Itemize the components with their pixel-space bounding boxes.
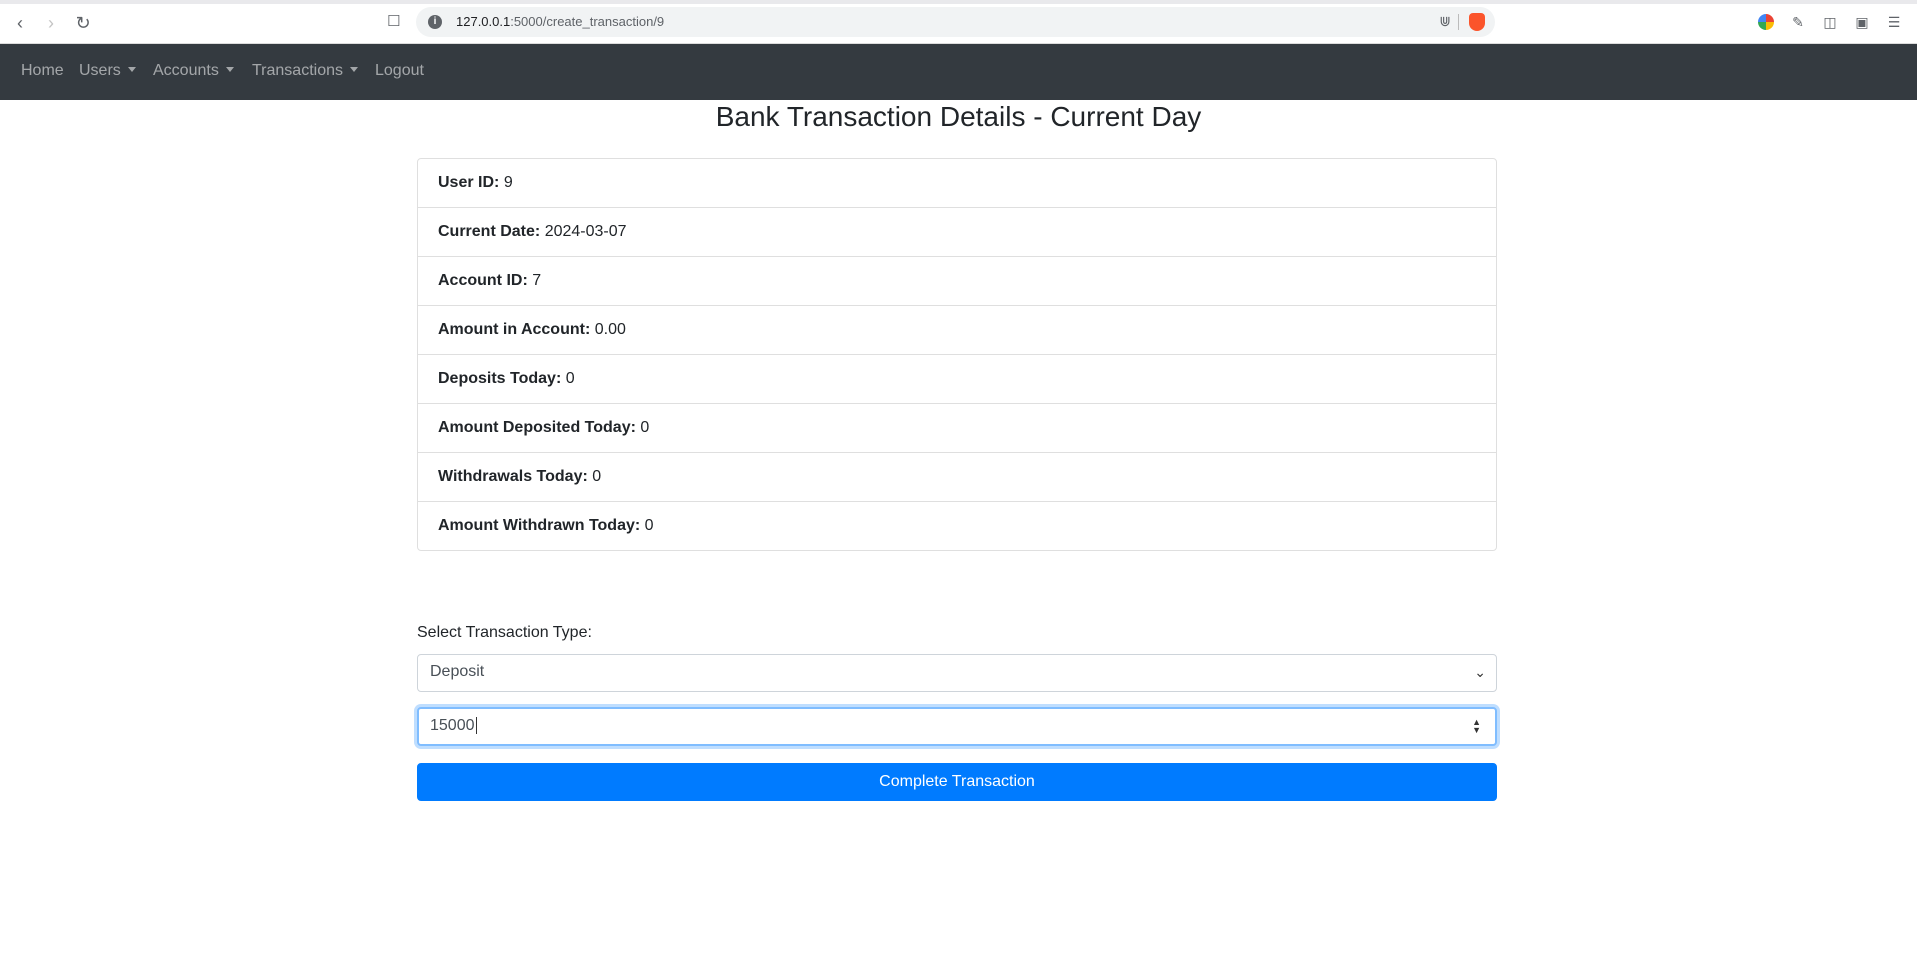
detail-label: Amount Deposited Today:	[438, 419, 636, 436]
extensions-puzzle-icon[interactable]: ✎	[1790, 14, 1806, 30]
text-cursor	[475, 717, 477, 734]
detail-deposits-today: Deposits Today: 0	[418, 355, 1496, 404]
app-navbar: Home Users Accounts Transactions Logout	[0, 44, 1917, 100]
url-text[interactable]: 127.0.0.1:5000/create_transaction/9	[456, 14, 664, 29]
nav-accounts-dropdown[interactable]: Accounts	[153, 62, 234, 80]
site-info-icon[interactable]: i	[428, 15, 442, 29]
transaction-details-list: User ID: 9 Current Date: 2024-03-07 Acco…	[417, 158, 1497, 551]
detail-withdrawals-today: Withdrawals Today: 0	[418, 453, 1496, 502]
sidebar-icon[interactable]: ◫	[1822, 14, 1838, 30]
detail-amount-in-account: Amount in Account: 0.00	[418, 306, 1496, 355]
detail-label: Current Date:	[438, 223, 541, 240]
color-extension-icon[interactable]	[1758, 14, 1774, 30]
number-spinner-icon[interactable]: ▲ ▼	[1472, 718, 1481, 735]
nav-users-label: Users	[79, 62, 121, 79]
transaction-type-selected: Deposit	[430, 663, 485, 680]
detail-label: User ID:	[438, 174, 500, 191]
detail-label: Amount in Account:	[438, 321, 591, 338]
address-bar[interactable]: i 127.0.0.1:5000/create_transaction/9 ⋓	[416, 7, 1495, 37]
nav-transactions-label: Transactions	[252, 62, 343, 79]
caret-down-icon	[350, 67, 358, 72]
bookmark-icon[interactable]: ☐	[387, 12, 403, 30]
detail-label: Account ID:	[438, 272, 528, 289]
detail-value: 0	[640, 419, 650, 436]
detail-value: 2024-03-07	[544, 223, 627, 240]
chevron-down-icon: ⌄	[1474, 664, 1486, 680]
caret-down-icon	[127, 67, 136, 72]
reload-icon[interactable]: ↻	[72, 12, 94, 34]
forward-icon[interactable]: ›	[40, 12, 62, 34]
browser-toolbar: ‹ › ↻ ☐ i 127.0.0.1:5000/create_transact…	[0, 0, 1917, 44]
amount-input[interactable]: 15000 ▲ ▼	[417, 707, 1497, 746]
wallet-icon[interactable]: ▣	[1854, 14, 1870, 30]
brave-shields-icon[interactable]	[1469, 13, 1485, 31]
url-host: 127.0.0.1	[456, 14, 511, 29]
detail-current-date: Current Date: 2024-03-07	[418, 208, 1496, 257]
detail-value: 0	[644, 517, 654, 534]
nav-transactions-dropdown[interactable]: Transactions	[252, 62, 358, 80]
nav-logout[interactable]: Logout	[375, 62, 424, 80]
browser-top-strip	[0, 0, 1917, 4]
share-icon[interactable]: ⋓	[1439, 13, 1451, 30]
complete-transaction-button[interactable]: Complete Transaction	[417, 763, 1497, 801]
url-separator	[1458, 14, 1459, 30]
menu-icon[interactable]: ☰	[1886, 14, 1902, 30]
nav-users-dropdown[interactable]: Users	[79, 62, 136, 80]
url-path: :5000/create_transaction/9	[510, 14, 665, 29]
detail-amount-deposited-today: Amount Deposited Today: 0	[418, 404, 1496, 453]
detail-value: 0	[565, 370, 575, 387]
detail-amount-withdrawn-today: Amount Withdrawn Today: 0	[418, 502, 1496, 550]
nav-home-label: Home	[21, 62, 64, 79]
detail-account-id: Account ID: 7	[418, 257, 1496, 306]
back-icon[interactable]: ‹	[9, 12, 31, 34]
nav-accounts-label: Accounts	[153, 62, 219, 79]
detail-label: Deposits Today:	[438, 370, 562, 387]
detail-label: Withdrawals Today:	[438, 468, 588, 485]
nav-logout-label: Logout	[375, 62, 424, 79]
detail-value: 0	[592, 468, 602, 485]
detail-value: 0.00	[594, 321, 626, 338]
detail-value: 7	[532, 272, 542, 289]
transaction-type-select[interactable]: Deposit ⌄	[417, 654, 1497, 692]
transaction-type-label: Select Transaction Type:	[417, 624, 592, 641]
caret-down-icon	[225, 67, 234, 72]
detail-value: 9	[503, 174, 513, 191]
detail-user-id: User ID: 9	[418, 159, 1496, 208]
page-title: Bank Transaction Details - Current Day	[715, 101, 1202, 132]
nav-home[interactable]: Home	[21, 62, 64, 80]
detail-label: Amount Withdrawn Today:	[438, 517, 641, 534]
amount-value: 15000	[430, 717, 475, 734]
